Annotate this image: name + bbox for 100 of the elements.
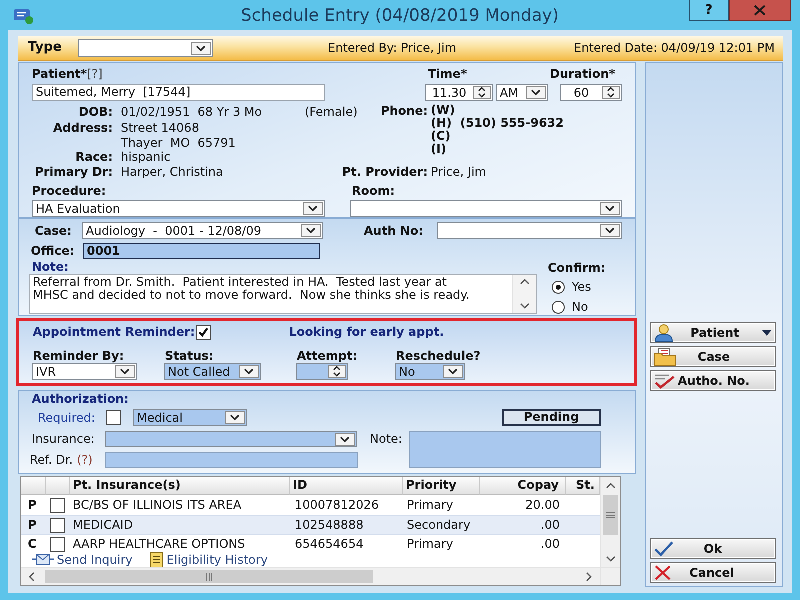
app-icon [13, 7, 35, 25]
chevron-down-icon[interactable] [303, 202, 323, 215]
referring-doctor-field[interactable] [105, 452, 358, 468]
checkbox[interactable] [106, 410, 121, 425]
field-label: Time* [428, 67, 468, 81]
table-row[interactable]: P MEDICAID 102548888 Secondary .00 [21, 515, 600, 535]
phone-line: (C) [431, 130, 452, 143]
vertical-scrollbar[interactable] [600, 477, 620, 567]
field-label: Phone: [380, 105, 428, 118]
field-label: Confirm: [548, 261, 606, 275]
radio-button[interactable] [552, 300, 565, 314]
chevron-down-icon[interactable] [526, 86, 546, 99]
patient-field[interactable]: Suitemed, Merry [17544] [32, 84, 325, 101]
checkbox[interactable] [50, 498, 65, 512]
side-button[interactable]: Patient [650, 322, 776, 343]
chevron-down-icon[interactable] [443, 365, 463, 378]
checkbox[interactable] [50, 536, 65, 552]
side-button[interactable]: Case [650, 346, 776, 367]
pending-button[interactable]: Pending [502, 409, 601, 426]
field-label: DOB: [78, 105, 113, 119]
checkbox[interactable] [50, 518, 65, 532]
field-label: Reschedule? [396, 349, 482, 363]
table-cell-text: 102548888 [294, 518, 365, 532]
table-cell-text: P [27, 498, 38, 512]
chevron-down-icon[interactable] [600, 224, 620, 237]
chevron-down-icon[interactable] [191, 42, 211, 54]
field-label: Note: [32, 261, 69, 274]
horizontal-scrollbar[interactable] [21, 567, 600, 585]
chevron-down-icon[interactable] [239, 365, 259, 378]
scrollbar-corner [600, 567, 620, 585]
chevron-down-icon[interactable] [606, 556, 616, 562]
entered-by-text: Entered By: Price, Jim [328, 41, 457, 55]
radio-button[interactable] [552, 280, 565, 294]
note-field[interactable] [409, 431, 601, 468]
chevron-up-icon[interactable] [606, 482, 616, 488]
spinner-arrows-icon[interactable] [328, 365, 346, 378]
authorization-type-dropdown[interactable]: Medical [133, 409, 247, 426]
case-dropdown[interactable]: Audiology - 0001 - 12/08/09 [82, 222, 323, 239]
office-field[interactable]: 0001 [83, 243, 320, 259]
window-title: Schedule Entry (04/08/2019 Monday) [241, 5, 559, 28]
close-icon [754, 4, 766, 16]
close-button[interactable] [729, 0, 791, 21]
table-row[interactable]: C AARP HEALTHCARE OPTIONS 654654654 Primary .00 [21, 535, 600, 553]
time-field[interactable]: 11.30 [425, 84, 493, 101]
table-cell-text: AARP HEALTHCARE OPTIONS [72, 537, 246, 551]
field-label: Note: [370, 432, 404, 446]
help-link[interactable]: [?] [87, 67, 103, 81]
chevron-right-icon[interactable] [586, 572, 592, 582]
envelope-icon[interactable] [32, 553, 54, 567]
radio-label[interactable]: No [572, 300, 588, 314]
scrollbar-thumb[interactable] [45, 570, 373, 583]
link[interactable]: Eligibility History [148, 552, 268, 568]
help-button[interactable]: ? [689, 0, 729, 21]
field-label: Pt. Provider: [342, 165, 428, 179]
radio-label[interactable]: Yes [572, 280, 592, 294]
link[interactable]: Send Inquiry [32, 553, 133, 567]
table-cell-text: 10007812026 [294, 498, 380, 512]
chevron-down-icon[interactable] [335, 432, 355, 446]
vertical-scrollbar[interactable] [512, 275, 536, 313]
spinner-arrows-icon[interactable] [602, 86, 620, 99]
help-link[interactable]: (?) [77, 453, 93, 467]
column-header: Priority [403, 477, 480, 495]
cancel-button[interactable]: Cancel [650, 562, 776, 583]
cross-icon [654, 564, 672, 580]
chevron-up-icon[interactable] [520, 279, 530, 285]
ok-button[interactable]: Ok [650, 538, 776, 559]
meridiem-dropdown[interactable]: AM [496, 84, 548, 101]
procedure-dropdown[interactable]: HA Evaluation [32, 200, 325, 217]
field-label: Office: [31, 244, 76, 258]
duration-field[interactable]: 60 [560, 84, 622, 101]
table-cell-text: .00 [540, 518, 561, 532]
chevron-down-icon[interactable] [520, 303, 530, 309]
column-header [46, 477, 70, 495]
dropdown[interactable]: Not Called [164, 363, 261, 380]
spinner-field[interactable] [296, 363, 348, 380]
field-value: (Female) [305, 105, 359, 119]
field-value: 01/02/1951 68 Yr 3 Mo [121, 105, 264, 119]
table-cell-text: .00 [540, 537, 561, 551]
note-field[interactable]: Referral from Dr. Smith. Patient interested in HA. Tested last year at MHSC and decided to not to move forward. Now she thinks she is ready. [29, 274, 537, 314]
table-cell-text: MEDICAID [72, 518, 134, 532]
field-label: Address: [53, 121, 113, 135]
table-cell-text: 20.00 [524, 498, 561, 512]
dropdown[interactable]: IVR [32, 363, 137, 380]
chevron-left-icon[interactable] [29, 572, 35, 582]
field-label: Ref. Dr. [30, 453, 74, 467]
chevron-down-icon[interactable] [301, 224, 321, 237]
chevron-down-icon[interactable] [600, 202, 620, 215]
dropdown[interactable]: No [395, 363, 465, 380]
checkbox[interactable] [196, 324, 212, 340]
spinner-arrows-icon[interactable] [473, 86, 491, 99]
column-header: Copay [480, 477, 566, 495]
scrollbar-thumb[interactable] [603, 495, 618, 535]
side-button[interactable]: Autho. No. [650, 370, 776, 391]
table-row[interactable]: P BC/BS OF ILLINOIS ITS AREA 10007812026 Primary 20.00 [21, 495, 600, 515]
document-icon[interactable] [148, 552, 164, 568]
chevron-down-icon[interactable] [115, 365, 135, 378]
field-label: Required: [38, 410, 96, 424]
field-label: Type [28, 41, 63, 55]
grip-icon [606, 512, 615, 518]
chevron-down-icon[interactable] [225, 411, 245, 424]
